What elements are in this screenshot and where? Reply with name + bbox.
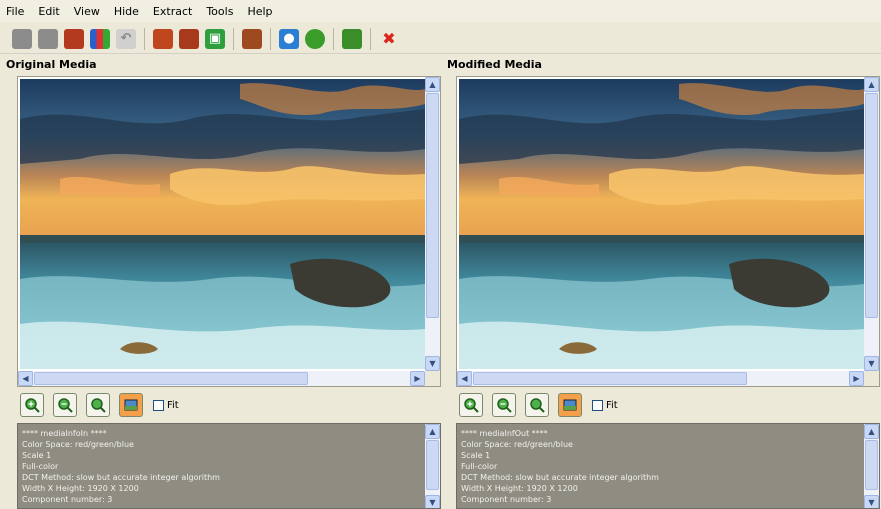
info-line: **** mediaInfoIn **** xyxy=(22,429,107,438)
vertical-scroll-thumb[interactable] xyxy=(865,93,878,318)
info-line: Width X Height: 1920 X 1200 xyxy=(22,484,139,493)
toolbar-separator xyxy=(333,27,334,50)
scroll-right-icon[interactable]: ▶ xyxy=(410,371,425,386)
menu-file[interactable]: File xyxy=(6,5,24,18)
book-brown-icon[interactable] xyxy=(242,28,262,49)
info-scroll-thumb[interactable] xyxy=(865,440,878,490)
media-info-in: **** mediaInfoIn **** Color Space: red/g… xyxy=(17,423,441,509)
scroll-right-icon[interactable]: ▶ xyxy=(849,371,864,386)
users-icon[interactable]: ● xyxy=(279,28,299,49)
info-line: DCT Method: slow but accurate integer al… xyxy=(461,473,659,482)
book-green-icon[interactable] xyxy=(342,28,362,49)
scroll-left-icon[interactable]: ◀ xyxy=(18,371,33,386)
zoom-actual-icon[interactable] xyxy=(119,393,143,417)
toolbar: ↶ ▣ ● ✖ xyxy=(0,24,881,54)
scroll-up-icon[interactable]: ▲ xyxy=(864,77,879,92)
open-gray-icon[interactable] xyxy=(12,28,32,49)
info-line: Full-color xyxy=(22,462,59,471)
fit-checkbox[interactable] xyxy=(153,399,164,411)
scroll-down-icon[interactable]: ▼ xyxy=(425,356,440,371)
scroll-down-icon[interactable]: ▼ xyxy=(425,495,440,508)
scroll-up-icon[interactable]: ▲ xyxy=(425,77,440,92)
fit-label: Fit xyxy=(606,399,618,411)
horizontal-scrollbar[interactable]: ◀ ▶ xyxy=(457,371,864,386)
info-scroll-thumb[interactable] xyxy=(426,440,439,490)
info-line: Component number: 3 xyxy=(461,495,552,504)
vertical-scrollbar[interactable]: ▲ ▼ xyxy=(425,77,440,371)
toolbar-separator xyxy=(370,27,371,50)
info-line: Color Space: red/green/blue xyxy=(461,440,573,449)
toolbar-separator xyxy=(144,27,145,50)
original-media-title: Original Media xyxy=(6,58,97,71)
menu-bar: File Edit View Hide Extract Tools Help xyxy=(0,0,881,22)
info-line: Scale 1 xyxy=(22,451,52,460)
info-line: **** mediaInfOut **** xyxy=(461,429,548,438)
info-line: Scale 1 xyxy=(461,451,491,460)
menu-edit[interactable]: Edit xyxy=(38,5,59,18)
media-info-text: **** mediaInfoIn **** Color Space: red/g… xyxy=(22,428,220,505)
info-scrollbar[interactable]: ▲ ▼ xyxy=(425,424,440,508)
info-line: Full-color xyxy=(461,462,498,471)
modified-media-title: Modified Media xyxy=(447,58,542,71)
menu-hide[interactable]: Hide xyxy=(114,5,139,18)
original-image xyxy=(20,79,425,369)
modified-zoom-controls: Fit xyxy=(459,392,618,418)
leaf-icon[interactable] xyxy=(305,28,325,49)
media-info-out: **** mediaInfOut **** Color Space: red/g… xyxy=(456,423,880,509)
zoom-fit-icon[interactable] xyxy=(86,393,110,417)
modified-media-viewer[interactable]: ▲ ▼ ◀ ▶ xyxy=(456,76,880,387)
menu-extract[interactable]: Extract xyxy=(153,5,192,18)
scroll-left-icon[interactable]: ◀ xyxy=(457,371,472,386)
zoom-out-icon[interactable] xyxy=(53,393,77,417)
info-line: Component number: 3 xyxy=(22,495,113,504)
zoom-actual-icon[interactable] xyxy=(558,393,582,417)
media-info-text: **** mediaInfOut **** Color Space: red/g… xyxy=(461,428,659,505)
zoom-fit-icon[interactable] xyxy=(525,393,549,417)
scroll-up-icon[interactable]: ▲ xyxy=(425,424,440,439)
book-red-icon[interactable] xyxy=(64,28,84,49)
horizontal-scroll-thumb[interactable] xyxy=(34,372,308,385)
info-scrollbar[interactable]: ▲ ▼ xyxy=(864,424,879,508)
scroll-up-icon[interactable]: ▲ xyxy=(864,424,879,439)
undo-icon[interactable]: ↶ xyxy=(116,28,136,49)
zoom-out-icon[interactable] xyxy=(492,393,516,417)
toolbar-separator xyxy=(233,27,234,50)
info-line: DCT Method: slow but accurate integer al… xyxy=(22,473,220,482)
zoom-in-icon[interactable] xyxy=(20,393,44,417)
book-orange-2-icon[interactable] xyxy=(179,28,199,49)
vertical-scrollbar[interactable]: ▲ ▼ xyxy=(864,77,879,371)
toolbar-separator xyxy=(270,27,271,50)
modified-image xyxy=(459,79,864,369)
fit-checkbox[interactable] xyxy=(592,399,603,411)
save-gray-icon[interactable] xyxy=(38,28,58,49)
scroll-corner xyxy=(864,371,879,386)
horizontal-scrollbar[interactable]: ◀ ▶ xyxy=(18,371,425,386)
menu-view[interactable]: View xyxy=(74,5,100,18)
scroll-down-icon[interactable]: ▼ xyxy=(864,495,879,508)
floppy-green-icon[interactable]: ▣ xyxy=(205,28,225,49)
scroll-corner xyxy=(425,371,440,386)
close-red-icon[interactable]: ✖ xyxy=(379,29,399,49)
fit-label: Fit xyxy=(167,399,179,411)
chart-icon[interactable] xyxy=(90,28,110,49)
original-media-viewer[interactable]: ▲ ▼ ◀ ▶ xyxy=(17,76,441,387)
original-zoom-controls: Fit xyxy=(20,392,179,418)
info-line: Width X Height: 1920 X 1200 xyxy=(461,484,578,493)
menu-help[interactable]: Help xyxy=(247,5,272,18)
book-orange-icon[interactable] xyxy=(153,28,173,49)
scroll-down-icon[interactable]: ▼ xyxy=(864,356,879,371)
menu-tools[interactable]: Tools xyxy=(206,5,233,18)
horizontal-scroll-thumb[interactable] xyxy=(473,372,747,385)
info-line: Color Space: red/green/blue xyxy=(22,440,134,449)
vertical-scroll-thumb[interactable] xyxy=(426,93,439,318)
zoom-in-icon[interactable] xyxy=(459,393,483,417)
